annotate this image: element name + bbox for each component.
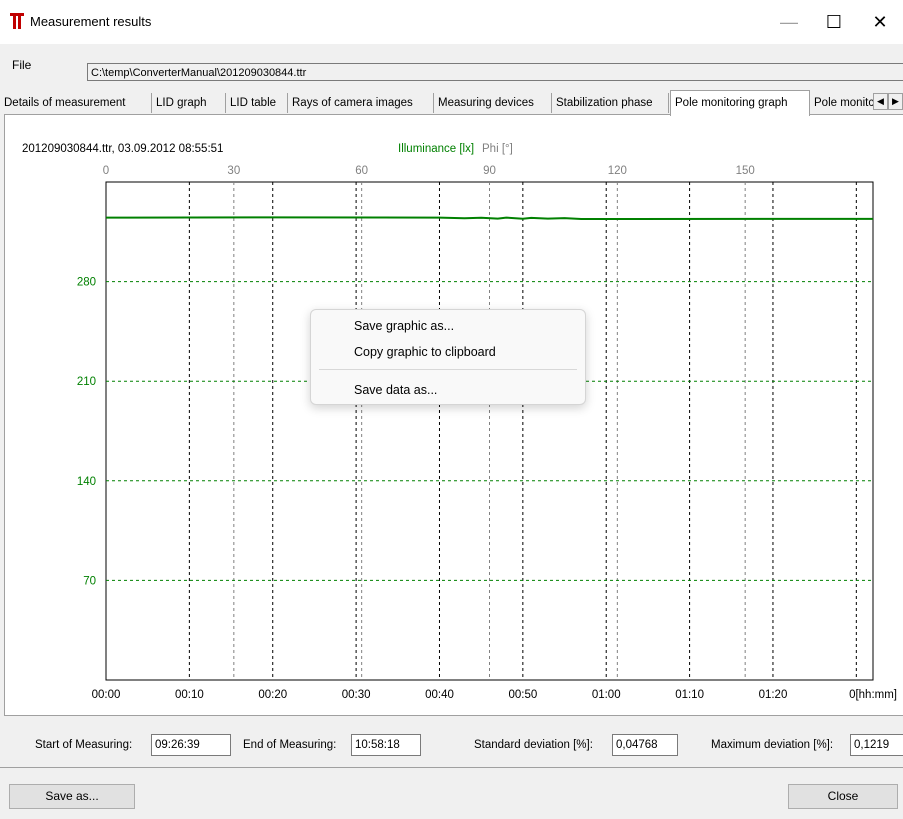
menu-item-save-graphic[interactable]: Save graphic as... [354, 319, 454, 333]
standard-deviation-field[interactable]: 0,04768 [612, 734, 678, 756]
x-tick-label: 00:20 [258, 689, 287, 701]
menu-item-copy-graphic[interactable]: Copy graphic to clipboard [354, 345, 496, 359]
footer-divider [0, 767, 903, 768]
end-of-measuring-label: End of Measuring: [243, 739, 337, 751]
x-tick-label: 0[hh:mm] [849, 689, 897, 701]
y-tick-label: 140 [77, 476, 96, 488]
x-tick-label: 01:00 [592, 689, 621, 701]
standard-deviation-label: Standard deviation [%]: [474, 739, 593, 751]
x-tick-label: 00:30 [342, 689, 371, 701]
pole-monitoring-chart[interactable]: 00:00 00:10 00:20 00:30 00:40 00:50 01:00 01:10… [0, 0, 903, 819]
phi-tick-label: 150 [736, 165, 755, 177]
phi-tick-label: 120 [608, 165, 627, 177]
x-tick-label: 00:00 [92, 689, 121, 701]
menu-item-save-data[interactable]: Save data as... [354, 383, 437, 397]
x-tick-label: 01:20 [759, 689, 788, 701]
phi-tick-label: 0 [103, 165, 109, 177]
phi-tick-label: 60 [355, 165, 368, 177]
phi-tick-label: 90 [483, 165, 496, 177]
close-button[interactable]: Close [788, 784, 898, 809]
y-tick-label: 210 [77, 376, 96, 388]
x-tick-label: 00:40 [425, 689, 454, 701]
save-as-button[interactable]: Save as... [9, 784, 135, 809]
x-tick-label: 00:10 [175, 689, 204, 701]
x-tick-label: 01:10 [675, 689, 704, 701]
maximum-deviation-label: Maximum deviation [%]: [711, 739, 834, 751]
y-tick-label: 280 [77, 277, 96, 289]
x-tick-label: 00:50 [508, 689, 537, 701]
maximum-deviation-field[interactable]: 0,1219 [850, 734, 903, 756]
y-tick-label: 70 [83, 575, 96, 587]
end-of-measuring-field[interactable]: 10:58:18 [351, 734, 421, 756]
context-menu: Save graphic as... Copy graphic to clipb… [310, 309, 586, 405]
start-of-measuring-field[interactable]: 09:26:39 [151, 734, 231, 756]
tab-pole-monitoring-graph[interactable]: Pole monitoring graph [670, 90, 810, 116]
start-of-measuring-label: Start of Measuring: [35, 739, 133, 751]
menu-separator [319, 369, 577, 370]
phi-tick-label: 30 [227, 165, 240, 177]
